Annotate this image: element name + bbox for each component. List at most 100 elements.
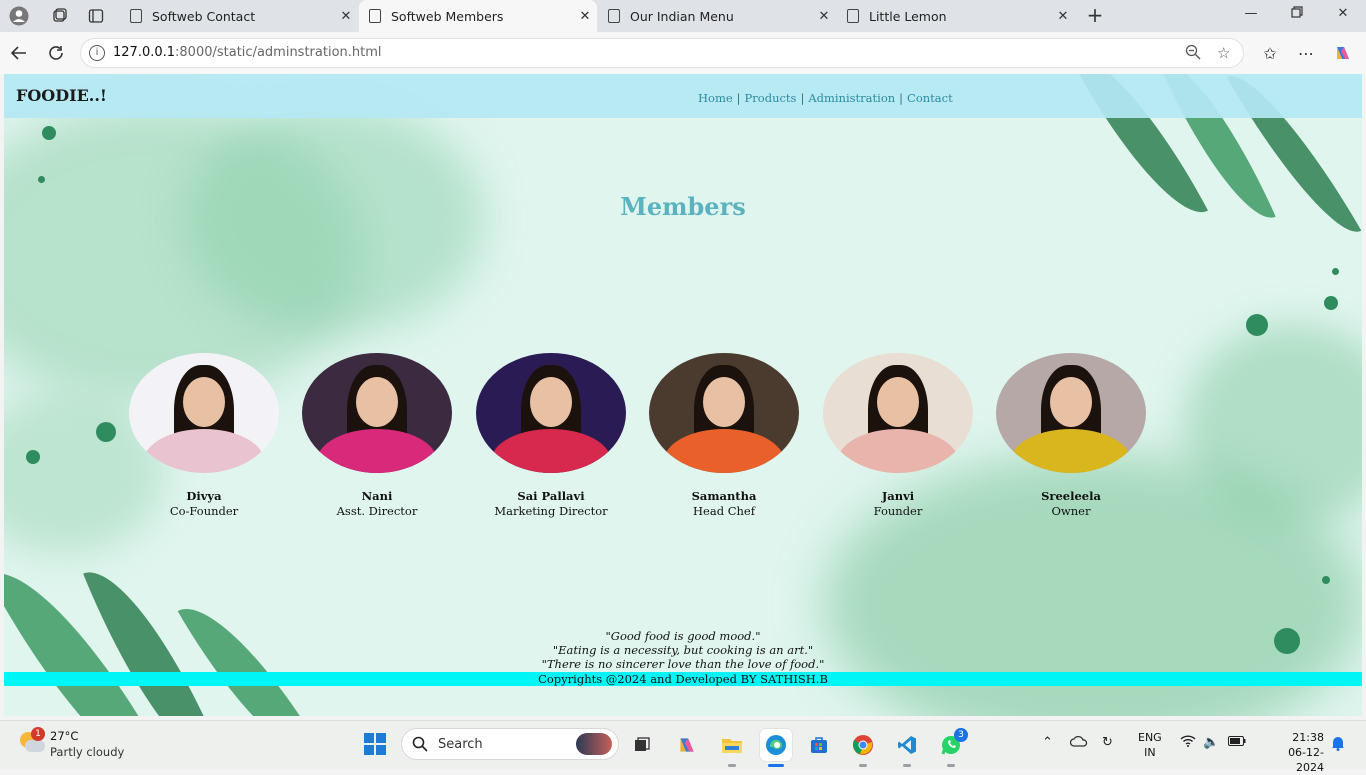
show-hidden-icons[interactable]: ⌃: [1042, 735, 1053, 750]
weather-condition[interactable]: Partly cloudy: [50, 745, 124, 759]
search-label: Search: [438, 737, 483, 752]
vscode-icon[interactable]: [891, 729, 923, 761]
nav-link-products[interactable]: Products: [745, 91, 797, 105]
page-viewport: FOODIE..! Home | Products | Administration | C…: [4, 74, 1362, 716]
sync-icon[interactable]: ↻: [1102, 735, 1113, 750]
tab-title: Softweb Members: [391, 8, 504, 24]
zoom-out-icon[interactable]: [1185, 44, 1201, 64]
system-clock[interactable]: 21:38 06-12-2024: [1288, 730, 1324, 775]
microsoft-store-icon[interactable]: [803, 729, 835, 761]
tab-softweb-members[interactable]: Softweb Members ✕: [359, 0, 597, 32]
member-name: Divya: [186, 489, 222, 503]
chrome-browser-icon[interactable]: [847, 729, 879, 761]
paint-splatter: [1246, 314, 1268, 336]
language-region: IN: [1144, 746, 1156, 759]
favorites-icon[interactable]: ✩: [1259, 42, 1281, 64]
member-photo: [302, 353, 452, 473]
page-icon: [369, 9, 381, 23]
workspaces-icon[interactable]: [50, 6, 70, 26]
member-photo: [823, 353, 973, 473]
profile-icon[interactable]: [9, 6, 29, 26]
member-photo: [996, 353, 1146, 473]
paint-splatter: [42, 126, 56, 140]
back-icon[interactable]: [8, 42, 30, 64]
address-bar[interactable]: i 127.0.0.1:8000/static/adminstration.ht…: [80, 38, 1244, 68]
member-role: Asst. Director: [336, 504, 418, 518]
member-card: Sai Pallavi Marketing Director: [471, 353, 631, 518]
search-icon: [412, 736, 428, 756]
browser-toolbar: i 127.0.0.1:8000/static/adminstration.ht…: [0, 32, 1366, 74]
paint-splatter: [1332, 268, 1339, 275]
member-name: Sreeleela: [1041, 489, 1101, 503]
volume-icon[interactable]: 🔈: [1203, 735, 1219, 750]
member-role: Head Chef: [693, 504, 755, 518]
site-brand[interactable]: FOODIE..!: [16, 86, 107, 105]
paint-splatter: [1324, 296, 1338, 310]
member-card: Samantha Head Chef: [644, 353, 804, 518]
onedrive-icon[interactable]: [1069, 735, 1088, 751]
nav-link-administration[interactable]: Administration: [808, 91, 895, 105]
close-tab-icon[interactable]: ✕: [812, 9, 836, 24]
minimize-button[interactable]: —: [1239, 6, 1263, 26]
site-footer: Copyrights @2024 and Developed BY SATHIS…: [4, 672, 1362, 686]
site-info-icon[interactable]: i: [89, 45, 105, 61]
member-role: Co-Founder: [169, 504, 239, 518]
tab-our-indian-menu[interactable]: Our Indian Menu ✕: [598, 0, 836, 32]
member-card: Sreeleela Owner: [991, 353, 1151, 518]
paint-splatter: [1322, 576, 1330, 584]
nav-separator: |: [736, 91, 741, 105]
notifications-bell-icon[interactable]: [1331, 735, 1345, 755]
quote-line: "Good food is good mood.": [605, 629, 761, 643]
search-highlight-icon: [576, 733, 612, 755]
file-explorer-icon[interactable]: [716, 729, 748, 761]
member-role: Founder: [873, 504, 923, 518]
close-tab-icon[interactable]: ✕: [334, 9, 358, 24]
nav-link-home[interactable]: Home: [698, 91, 733, 105]
member-photo: [476, 353, 626, 473]
wifi-icon[interactable]: [1180, 735, 1196, 751]
site-header: FOODIE..! Home | Products | Administration | C…: [4, 74, 1362, 118]
nav-link-contact[interactable]: Contact: [907, 91, 953, 105]
members-list: Divya Co-Founder Nani Asst. Director Sai…: [4, 353, 1362, 523]
windows-taskbar: 1 27°C Partly cloudy Search 3 ⌃ ↻ ENG IN…: [0, 720, 1366, 774]
taskbar-search[interactable]: Search: [401, 728, 619, 760]
copilot-icon[interactable]: [1332, 42, 1354, 64]
battery-icon[interactable]: [1228, 735, 1246, 750]
app-running-indicator: [728, 764, 736, 767]
nav-separator: |: [899, 91, 904, 105]
weather-temperature[interactable]: 27°C: [50, 729, 78, 743]
browser-tab-strip: Softweb Contact ✕ Softweb Members ✕ Our …: [0, 0, 1366, 32]
language-code: ENG: [1138, 731, 1162, 744]
site-nav: Home | Products | Administration | Contact: [698, 91, 953, 105]
url-text[interactable]: 127.0.0.1:8000/static/adminstration.html: [113, 45, 382, 60]
tab-title: Our Indian Menu: [630, 8, 734, 24]
refresh-icon[interactable]: [45, 42, 67, 64]
member-role: Owner: [1051, 504, 1091, 518]
edge-browser-icon[interactable]: [760, 729, 792, 761]
close-tab-icon[interactable]: ✕: [573, 9, 597, 24]
tab-actions-icon[interactable]: [86, 6, 106, 26]
task-view-icon[interactable]: [626, 729, 658, 761]
tab-title: Little Lemon: [869, 8, 947, 24]
start-button[interactable]: [364, 733, 386, 755]
quotes-block: "Good food is good mood." "Eating is a n…: [4, 629, 1362, 671]
copilot-app-icon[interactable]: [671, 729, 703, 761]
clock-date: 06-12-2024: [1288, 746, 1324, 774]
close-window-button[interactable]: ✕: [1331, 6, 1355, 26]
member-name: Nani: [361, 489, 393, 503]
app-running-indicator: [859, 764, 867, 767]
url-host: 127.0.0.1: [113, 45, 176, 60]
restore-button[interactable]: [1285, 6, 1309, 26]
clock-time: 21:38: [1292, 731, 1324, 744]
member-name: Sai Pallavi: [517, 489, 585, 503]
new-tab-button[interactable]: +: [1084, 4, 1106, 26]
page-icon: [130, 9, 142, 23]
tab-little-lemon[interactable]: Little Lemon ✕: [837, 0, 1075, 32]
page-title: Members: [620, 192, 746, 221]
close-tab-icon[interactable]: ✕: [1051, 9, 1075, 24]
favorite-star-icon[interactable]: ☆: [1217, 44, 1230, 62]
tab-softweb-contact[interactable]: Softweb Contact ✕: [120, 0, 358, 32]
more-options-icon[interactable]: ⋯: [1295, 42, 1317, 64]
member-role: Marketing Director: [494, 504, 608, 518]
language-indicator[interactable]: ENG IN: [1138, 730, 1162, 760]
